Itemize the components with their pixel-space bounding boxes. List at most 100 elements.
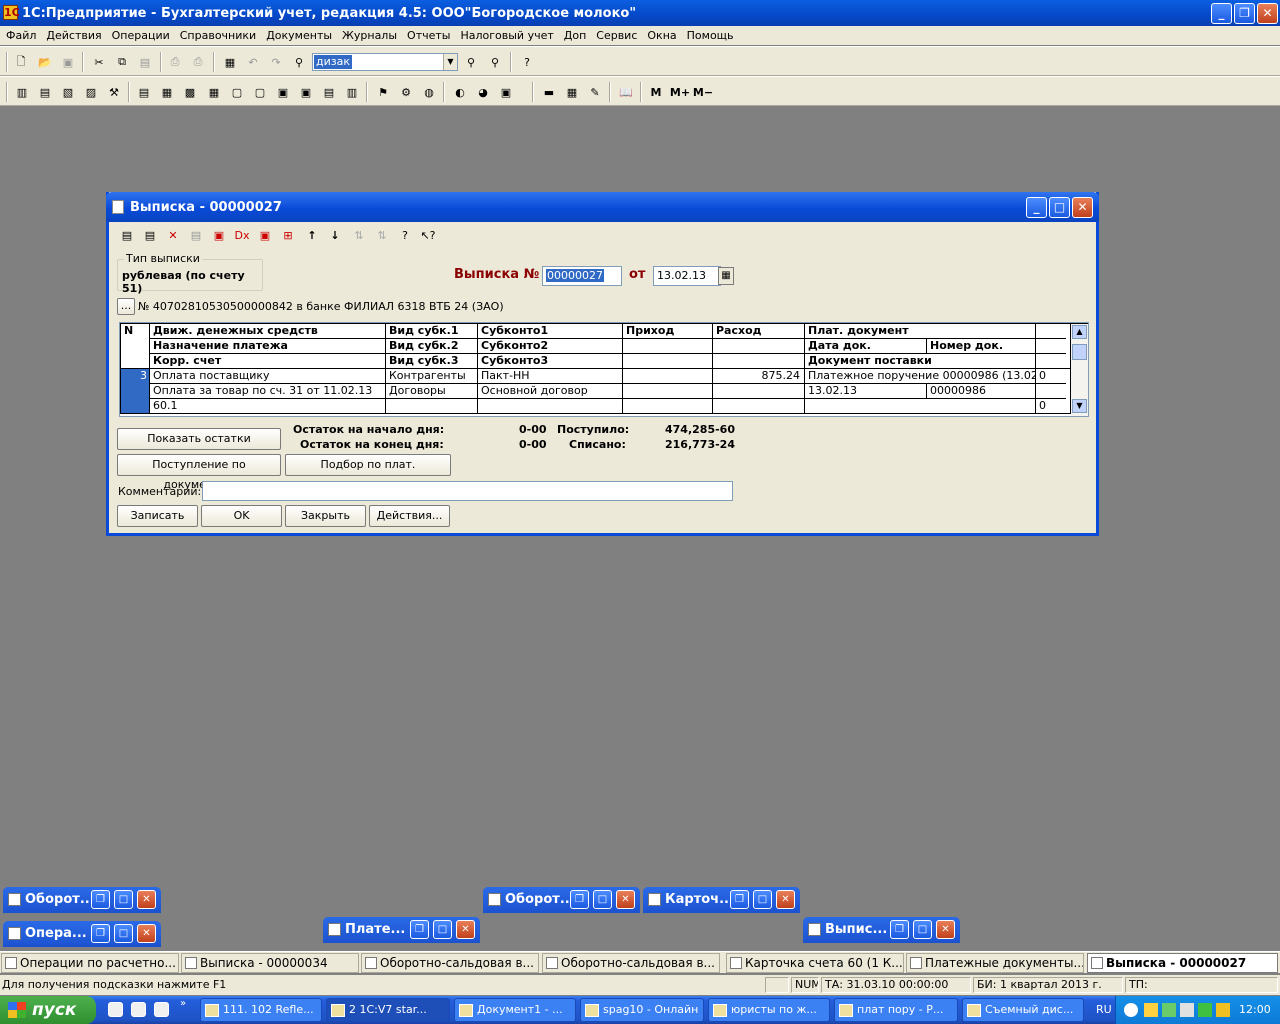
task-doc[interactable]: плат пору - Р... — [834, 998, 958, 1022]
scroll-up-icon[interactable]: ▲ — [1072, 325, 1087, 339]
journal-icon[interactable]: ▤ — [37, 84, 53, 100]
tray-c-icon[interactable] — [1180, 1003, 1194, 1017]
menu-reports[interactable]: Отчеты — [403, 29, 454, 42]
app-restore-button[interactable]: ❐ — [1234, 3, 1255, 24]
window-tab-turnover-1[interactable]: Оборотно-сальдовая в... — [361, 953, 539, 973]
task-removable-disk[interactable]: Съемный дис... — [962, 998, 1084, 1022]
sort-asc-icon[interactable]: ⇅ — [351, 227, 367, 243]
save-icon[interactable]: ▣ — [60, 54, 76, 70]
menu-operations[interactable]: Операции — [108, 29, 174, 42]
row-purpose[interactable]: Оплата за товар по сч. 31 от 11.02.13 — [150, 384, 385, 398]
menu-windows[interactable]: Окна — [643, 29, 680, 42]
restore-icon[interactable]: ❐ — [91, 924, 110, 943]
tool-a-icon[interactable]: ⚑ — [375, 84, 391, 100]
chevron-down-icon[interactable]: ▼ — [443, 54, 457, 70]
maximize-icon[interactable]: □ — [114, 890, 133, 909]
print-icon[interactable]: ⎙ — [167, 54, 183, 70]
maximize-icon[interactable]: □ — [753, 890, 772, 909]
tray-expand-icon[interactable] — [1124, 1003, 1138, 1017]
ok-button[interactable]: OK — [201, 505, 282, 527]
minimized-window-card[interactable]: Карточ... ❐ □ ✕ — [643, 887, 800, 913]
chart-accounts-icon[interactable]: ▥ — [14, 84, 30, 100]
menu-service[interactable]: Сервис — [592, 29, 641, 42]
report-i-icon[interactable]: ▤ — [321, 84, 337, 100]
statement-number-field[interactable]: 00000027 — [542, 266, 622, 286]
tray-d-icon[interactable] — [1198, 1003, 1212, 1017]
report-j-icon[interactable]: ▥ — [344, 84, 360, 100]
row-subkind2[interactable]: Договоры — [386, 384, 477, 398]
row-subconto1[interactable]: Пакт-НН — [478, 369, 622, 383]
report-e-icon[interactable]: ▢ — [229, 84, 245, 100]
restore-icon[interactable]: ❐ — [91, 890, 110, 909]
close-icon[interactable]: ✕ — [776, 890, 795, 909]
report-h-icon[interactable]: ▣ — [298, 84, 314, 100]
close-icon[interactable]: ✕ — [616, 890, 635, 909]
tray-b-icon[interactable] — [1162, 1003, 1176, 1017]
close-icon[interactable]: ✕ — [936, 920, 955, 939]
minimized-window-turnover-1[interactable]: Оборот... ❐ □ ✕ — [3, 887, 161, 913]
task-reflection[interactable]: 111. 102 Refle... — [200, 998, 322, 1022]
actions-button[interactable]: Действия... — [369, 505, 450, 527]
menu-documents[interactable]: Документы — [262, 29, 336, 42]
report-c-icon[interactable]: ▩ — [182, 84, 198, 100]
window-maximize-button[interactable]: □ — [1049, 197, 1070, 218]
menu-file[interactable]: Файл — [2, 29, 40, 42]
paste-icon[interactable]: ▤ — [137, 54, 153, 70]
fill-icon[interactable]: ⊞ — [280, 227, 296, 243]
report-f-icon[interactable]: ▢ — [252, 84, 268, 100]
minimized-window-turnover-2[interactable]: Оборот... ❐ □ ✕ — [483, 887, 640, 913]
report-b-icon[interactable]: ▦ — [159, 84, 175, 100]
row-subkind1[interactable]: Контрагенты — [386, 369, 477, 383]
task-word[interactable]: Документ1 - ... — [454, 998, 576, 1022]
print-preview-icon[interactable]: ⎙ — [190, 54, 206, 70]
task-browser[interactable]: юристы по ж... — [708, 998, 830, 1022]
menu-journals[interactable]: Журналы — [338, 29, 401, 42]
add-row-icon[interactable]: ▤ — [119, 227, 135, 243]
minimized-window-operations[interactable]: Опера... ❐ □ ✕ — [3, 921, 161, 947]
calculator-icon[interactable]: ▦ — [222, 54, 238, 70]
row-movement[interactable]: Оплата поставщику — [150, 369, 385, 383]
comment-field[interactable] — [202, 481, 733, 501]
close-button[interactable]: Закрыть — [285, 505, 366, 527]
journal-delete-icon[interactable]: Dx — [234, 227, 250, 243]
minimized-window-payments[interactable]: Плате... ❐ □ ✕ — [323, 917, 480, 943]
edit-row-icon[interactable]: ▤ — [188, 227, 204, 243]
cut-icon[interactable]: ✂ — [91, 54, 107, 70]
quicklaunch-media-icon[interactable] — [154, 1002, 169, 1017]
row-expense[interactable]: 875.24 — [713, 369, 802, 383]
app-minimize-button[interactable]: _ — [1211, 3, 1232, 24]
row-paydoc-extra[interactable]: 0 — [1036, 369, 1070, 383]
receipt-by-docs-button[interactable]: Поступление по документам — [117, 454, 281, 491]
tool-d-icon[interactable]: ◕ — [475, 84, 491, 100]
report-d-icon[interactable]: ▦ — [206, 84, 222, 100]
tool-b-icon[interactable]: ⚙ — [398, 84, 414, 100]
show-balance-button[interactable]: Показать остатки — [117, 428, 281, 450]
new-doc-icon[interactable]: 🗋 — [13, 54, 29, 70]
copy-row-icon[interactable]: ▤ — [142, 227, 158, 243]
form-icon[interactable]: ▣ — [257, 227, 273, 243]
mark-delete-icon[interactable]: ▣ — [211, 227, 227, 243]
globe-icon[interactable]: ◍ — [421, 84, 437, 100]
report-a-icon[interactable]: ▤ — [136, 84, 152, 100]
arrow-down-icon[interactable]: ↓ — [327, 227, 343, 243]
close-icon[interactable]: ✕ — [137, 890, 156, 909]
task-1c[interactable]: 2 1С:V7 star... — [326, 998, 450, 1022]
window-minimize-button[interactable]: _ — [1026, 197, 1047, 218]
quicklaunch-b-icon[interactable] — [131, 1002, 146, 1017]
window-close-button[interactable]: ✕ — [1072, 197, 1093, 218]
menu-tax[interactable]: Налоговый учет — [456, 29, 557, 42]
open-folder-icon[interactable]: 📂 — [37, 54, 53, 70]
report-g-icon[interactable]: ▣ — [275, 84, 291, 100]
memory-plus-icon[interactable]: M+ — [669, 84, 691, 100]
delete-row-icon[interactable]: ✕ — [165, 227, 181, 243]
menu-actions[interactable]: Действия — [42, 29, 105, 42]
row-subconto2[interactable]: Основной договор — [478, 384, 622, 398]
tray-a-icon[interactable] — [1144, 1003, 1158, 1017]
window-tab-card[interactable]: Карточка счета 60 (1 К... — [726, 953, 904, 973]
calendar-button-icon[interactable]: ▦ — [718, 267, 734, 285]
language-indicator[interactable]: RU — [1096, 996, 1112, 1024]
row-corr-account[interactable]: 60.1 — [150, 399, 385, 413]
undo-icon[interactable]: ↶ — [245, 54, 261, 70]
close-icon[interactable]: ✕ — [137, 924, 156, 943]
scroll-thumb[interactable] — [1072, 344, 1087, 360]
